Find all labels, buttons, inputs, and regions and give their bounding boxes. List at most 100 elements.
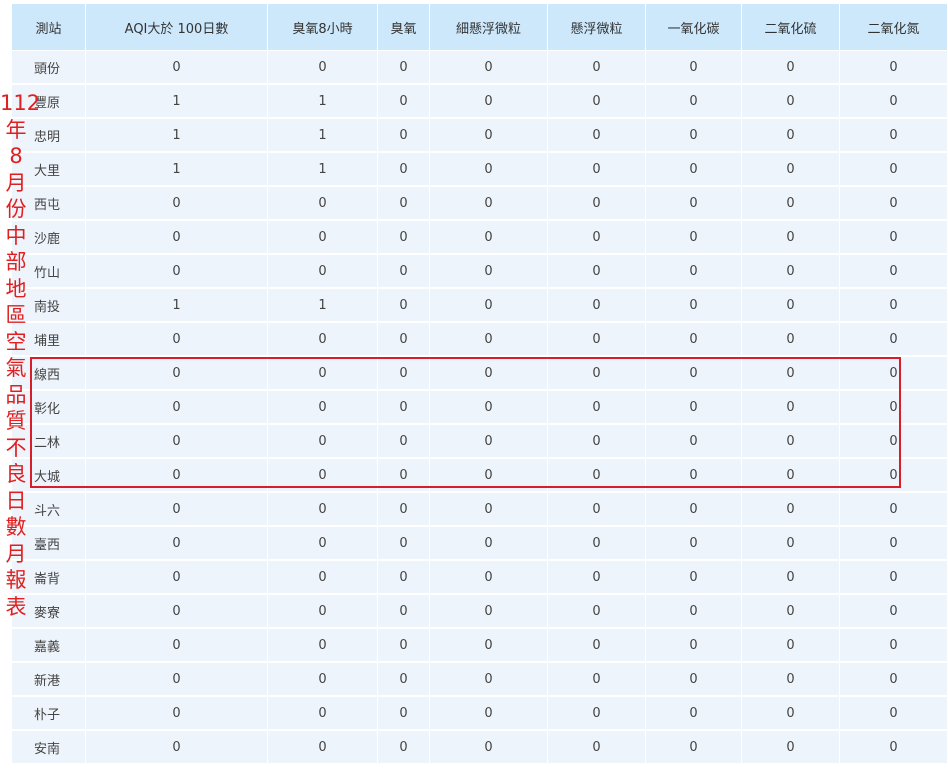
- column-header[interactable]: 測站: [12, 4, 86, 51]
- table-row: 新港 0 0 0 0 0 0 0 0: [12, 663, 948, 697]
- value-cell: 0: [742, 323, 840, 357]
- value-cell: 0: [378, 153, 430, 187]
- value-cell: 0: [840, 289, 948, 323]
- value-cell: 0: [840, 391, 948, 425]
- value-cell: 0: [548, 561, 646, 595]
- value-cell: 0: [840, 323, 948, 357]
- value-cell: 0: [268, 459, 378, 493]
- value-cell: 0: [268, 187, 378, 221]
- value-cell: 0: [548, 51, 646, 85]
- value-cell: 0: [86, 561, 268, 595]
- value-cell: 1: [86, 153, 268, 187]
- value-cell: 0: [86, 425, 268, 459]
- value-cell: 0: [268, 221, 378, 255]
- value-cell: 0: [548, 425, 646, 459]
- value-cell: 0: [742, 731, 840, 765]
- value-cell: 0: [742, 527, 840, 561]
- value-cell: 0: [646, 663, 742, 697]
- title-char: 氣: [5, 356, 27, 380]
- table-row: 頭份 0 0 0 0 0 0 0 0: [12, 51, 948, 85]
- value-cell: 0: [840, 85, 948, 119]
- value-cell: 0: [742, 153, 840, 187]
- value-cell: 0: [268, 391, 378, 425]
- column-header[interactable]: 細懸浮微粒: [430, 4, 548, 51]
- value-cell: 0: [646, 357, 742, 391]
- value-cell: 1: [86, 289, 268, 323]
- value-cell: 0: [548, 119, 646, 153]
- value-cell: 0: [86, 527, 268, 561]
- value-cell: 0: [430, 459, 548, 493]
- title-char: 份: [5, 197, 27, 221]
- table-row: 埔里 0 0 0 0 0 0 0 0: [12, 323, 948, 357]
- air-quality-table: 測站 AQI大於 100日數 臭氧8小時 臭氧 細懸浮微粒 懸浮微粒 一氧化碳 二氧化硫 二氧化…: [12, 4, 948, 765]
- column-header[interactable]: 懸浮微粒: [548, 4, 646, 51]
- value-cell: 0: [430, 357, 548, 391]
- station-name-cell: 朴子: [12, 697, 86, 731]
- value-cell: 0: [430, 289, 548, 323]
- value-cell: 0: [548, 153, 646, 187]
- value-cell: 0: [548, 663, 646, 697]
- value-cell: 0: [86, 629, 268, 663]
- column-header[interactable]: AQI大於 100日數: [86, 4, 268, 51]
- value-cell: 0: [742, 561, 840, 595]
- value-cell: 0: [840, 595, 948, 629]
- value-cell: 0: [268, 357, 378, 391]
- value-cell: 0: [268, 697, 378, 731]
- column-header[interactable]: 臭氧: [378, 4, 430, 51]
- value-cell: 0: [646, 255, 742, 289]
- table-row: 線西 0 0 0 0 0 0 0 0: [12, 357, 948, 391]
- value-cell: 0: [378, 255, 430, 289]
- value-cell: 0: [548, 289, 646, 323]
- column-header[interactable]: 一氧化碳: [646, 4, 742, 51]
- value-cell: 0: [378, 51, 430, 85]
- value-cell: 0: [840, 221, 948, 255]
- station-name-cell: 頭份: [12, 51, 86, 85]
- value-cell: 0: [646, 391, 742, 425]
- title-char: 中: [5, 223, 27, 248]
- value-cell: 0: [430, 663, 548, 697]
- value-cell: 0: [840, 459, 948, 493]
- value-cell: 0: [268, 527, 378, 561]
- title-char: 區: [5, 303, 27, 327]
- value-cell: 0: [840, 425, 948, 459]
- title-char: 良: [5, 462, 27, 486]
- station-name-cell: 安南: [12, 731, 86, 765]
- value-cell: 0: [268, 731, 378, 765]
- table-row: 安南 0 0 0 0 0 0 0 0: [12, 731, 948, 765]
- table-row: 沙鹿 0 0 0 0 0 0 0 0: [12, 221, 948, 255]
- column-header[interactable]: 二氧化氮: [840, 4, 948, 51]
- value-cell: 0: [742, 459, 840, 493]
- column-header[interactable]: 二氧化硫: [742, 4, 840, 51]
- value-cell: 0: [646, 731, 742, 765]
- value-cell: 0: [378, 391, 430, 425]
- value-cell: 0: [742, 51, 840, 85]
- value-cell: 0: [430, 323, 548, 357]
- table-row: 大城 0 0 0 0 0 0 0 0: [12, 459, 948, 493]
- value-cell: 0: [646, 221, 742, 255]
- value-cell: 0: [840, 629, 948, 663]
- title-char: 月: [5, 541, 27, 566]
- station-name-cell: 新港: [12, 663, 86, 697]
- title-char: 品: [5, 382, 27, 407]
- value-cell: 0: [86, 663, 268, 697]
- value-cell: 0: [430, 493, 548, 527]
- value-cell: 0: [430, 425, 548, 459]
- value-cell: 0: [548, 697, 646, 731]
- value-cell: 1: [268, 289, 378, 323]
- value-cell: 0: [430, 629, 548, 663]
- value-cell: 1: [86, 85, 268, 119]
- table-row: 嘉義 0 0 0 0 0 0 0 0: [12, 629, 948, 663]
- value-cell: 0: [268, 663, 378, 697]
- value-cell: 0: [742, 357, 840, 391]
- value-cell: 0: [86, 391, 268, 425]
- value-cell: 0: [430, 51, 548, 85]
- value-cell: 0: [430, 119, 548, 153]
- value-cell: 0: [86, 357, 268, 391]
- value-cell: 1: [268, 153, 378, 187]
- value-cell: 0: [430, 85, 548, 119]
- report-table-container: 測站 AQI大於 100日數 臭氧8小時 臭氧 細懸浮微粒 懸浮微粒 一氧化碳 二氧化硫 二氧化…: [12, 4, 948, 768]
- column-header[interactable]: 臭氧8小時: [268, 4, 378, 51]
- value-cell: 0: [742, 85, 840, 119]
- table-body: 頭份 0 0 0 0 0 0 0 0 豐原 1 1 0 0 0 0 0 0 忠明 1 1 0 0 0 0 0 0 大里 1 1 0 0 0 0 0 0…: [12, 51, 948, 765]
- value-cell: 0: [378, 187, 430, 221]
